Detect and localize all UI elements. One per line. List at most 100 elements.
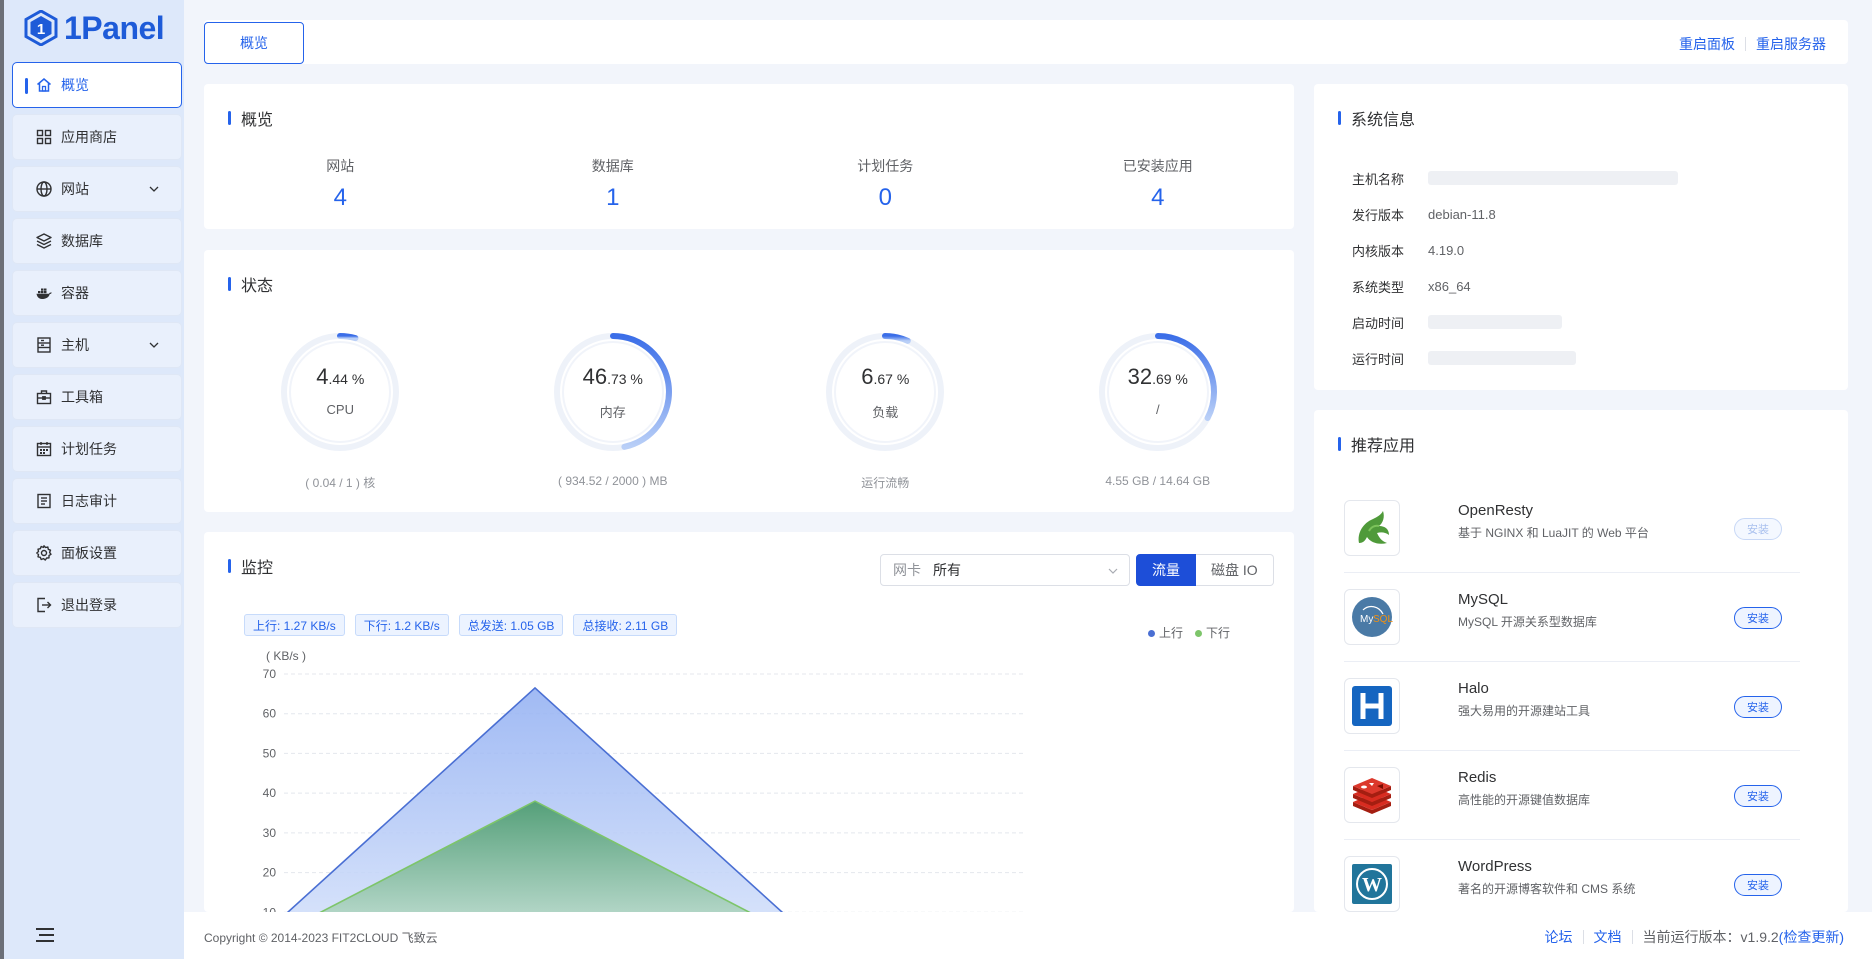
sidebar-item-toolbox[interactable]: 工具箱 (12, 374, 182, 420)
tag-total-sent: 总发送: 1.05 GB (458, 614, 564, 636)
stat-value[interactable]: 1 (517, 184, 710, 212)
apps-grid-icon (36, 129, 52, 145)
gauge-memory: 46.73 % 内存 ( 934.52 / 2000 ) MB (477, 326, 750, 506)
sysinfo-row-kernel: 内核版本 4.19.0 (1352, 232, 1678, 268)
sysinfo-key: 系统类型 (1352, 279, 1405, 295)
traffic-button[interactable]: 流量 (1136, 554, 1196, 586)
system-info-card: 系统信息 主机名称 发行版本 debian-11.8 内核版本 4.19.0 系统类… (1314, 84, 1848, 390)
gauge-label: CPU (326, 402, 354, 417)
disk-io-button[interactable]: 磁盘 IO (1196, 554, 1274, 586)
calendar-icon (36, 442, 52, 457)
top-bar: 概览 重启面板 重启服务器 (204, 20, 1848, 64)
sidebar-item-log-audit[interactable]: 日志审计 (12, 478, 182, 524)
chevron-down-icon (149, 342, 159, 348)
restart-server-link[interactable]: 重启服务器 (1756, 34, 1826, 54)
app-name: WordPress (1458, 858, 1532, 875)
legend-down-label: 下行 (1205, 626, 1230, 640)
gauge-sub: ( 0.04 / 1 ) 核 (305, 476, 376, 490)
y-tick-label: 50 (263, 746, 277, 760)
log-icon (37, 493, 51, 509)
nic-select-prefix: 网卡 (893, 562, 921, 578)
globe-icon (36, 181, 52, 197)
legend-down[interactable]: 下行 (1194, 624, 1230, 641)
sidebar-item-label: 日志审计 (61, 493, 117, 509)
redacted-value (1428, 171, 1678, 185)
home-icon (37, 78, 51, 92)
gauge-value-dec: .44 % (328, 371, 365, 387)
chart-legend: 上行 下行 (1136, 624, 1230, 641)
stat-value[interactable]: 4 (244, 184, 437, 212)
stat-value[interactable]: 0 (789, 184, 982, 212)
system-info-rows: 主机名称 发行版本 debian-11.8 内核版本 4.19.0 系统类型 x86_… (1352, 160, 1678, 376)
recommended-apps-card: 推荐应用 OpenResty 基于 NGINX 和 LuaJIT 的 Web 平… (1314, 410, 1848, 912)
version-label: 当前运行版本：v1.9.2 (1642, 929, 1779, 945)
sidebar-item-logout[interactable]: 退出登录 (12, 582, 182, 628)
nic-select-value: 所有 (933, 562, 961, 578)
sidebar-item-app-store[interactable]: 应用商店 (12, 114, 182, 160)
sidebar-item-cron[interactable]: 计划任务 (12, 426, 182, 472)
stat-installed-apps: 已安装应用 4 (1022, 156, 1295, 212)
sidebar-item-label: 概览 (61, 77, 89, 93)
gauge-value: 46.73 % (477, 364, 750, 390)
mysql-icon[interactable]: My SQL (1344, 589, 1400, 645)
sysinfo-value: x86_64 (1428, 278, 1471, 294)
gauge-center: 46.73 % 内存 (477, 364, 750, 421)
app-item-mysql: My SQL MySQL MySQL 开源关系型数据库 安装 (1344, 573, 1800, 662)
y-tick-label: 10 (263, 905, 277, 912)
sidebar: 1 1Panel 概览 应用商店 网站 数据库 容器 主机 工具箱 计划任务 日… (0, 0, 184, 959)
app-list: OpenResty 基于 NGINX 和 LuaJIT 的 Web 平台 安装 … (1344, 484, 1800, 912)
app-name: MySQL (1458, 591, 1509, 608)
forum-link[interactable]: 论坛 (1545, 927, 1573, 947)
check-update-link[interactable]: (检查更新) (1779, 927, 1844, 947)
sidebar-menu: 概览 应用商店 网站 数据库 容器 主机 工具箱 计划任务 日志审计 面板设置 … (12, 62, 182, 634)
sysinfo-row-arch: 系统类型 x86_64 (1352, 268, 1678, 304)
collapse-menu-icon[interactable] (34, 926, 56, 944)
app-item-wordpress: W WordPress 著名的开源博客软件和 CMS 系统 安装 (1344, 840, 1800, 912)
y-tick-label: 40 (263, 786, 277, 800)
install-button[interactable]: 安装 (1734, 785, 1782, 807)
stat-value[interactable]: 4 (1062, 184, 1255, 212)
sidebar-item-label: 退出登录 (61, 597, 117, 613)
install-button[interactable]: 安装 (1734, 607, 1782, 629)
docs-link[interactable]: 文档 (1594, 927, 1622, 947)
gauge-center: 6.67 % 负载 (749, 364, 1022, 421)
install-button[interactable]: 安装 (1734, 696, 1782, 718)
sidebar-item-website[interactable]: 网站 (12, 166, 182, 212)
sysinfo-key: 运行时间 (1352, 351, 1405, 367)
install-button[interactable]: 安装 (1734, 518, 1782, 540)
sidebar-item-host[interactable]: 主机 (12, 322, 182, 368)
status-title: 状态 (228, 272, 273, 296)
y-tick-label: 20 (263, 866, 277, 880)
gauge-sub: 运行流畅 (861, 476, 910, 490)
tag-upload-rate: 上行: 1.27 KB/s (244, 614, 345, 636)
brand-name: 1Panel (64, 9, 165, 46)
sidebar-item-label: 工具箱 (61, 389, 103, 405)
overview-card: 概览 网站 4 数据库 1 计划任务 0 已安装应用 4 (204, 84, 1294, 229)
divider (1745, 37, 1746, 51)
gauge-value-int: 6 (861, 364, 874, 389)
app-name: Redis (1458, 769, 1497, 786)
footer-links: 论坛 文档 当前运行版本：v1.9.2 (检查更新) (1545, 927, 1844, 947)
sidebar-item-database[interactable]: 数据库 (12, 218, 182, 264)
openresty-icon[interactable] (1344, 500, 1400, 556)
copyright: Copyright © 2014-2023 FIT2CLOUD 飞致云 (204, 931, 438, 945)
svg-text:My: My (1360, 614, 1373, 625)
install-button[interactable]: 安装 (1734, 874, 1782, 896)
restart-panel-link[interactable]: 重启面板 (1679, 34, 1735, 54)
halo-icon[interactable] (1344, 678, 1400, 734)
nic-select[interactable]: 网卡 所有 (880, 554, 1130, 586)
sidebar-item-overview[interactable]: 概览 (12, 62, 182, 108)
sidebar-item-container[interactable]: 容器 (12, 270, 182, 316)
gauge-value-int: 4 (316, 364, 329, 389)
sidebar-item-settings[interactable]: 面板设置 (12, 530, 182, 576)
redis-icon[interactable] (1344, 767, 1400, 823)
sysinfo-row-uptime: 运行时间 (1352, 340, 1678, 376)
gauge-value: 4.44 % (204, 364, 477, 390)
tab-overview[interactable]: 概览 (204, 22, 304, 64)
legend-up[interactable]: 上行 (1147, 624, 1183, 641)
stat-label: 已安装应用 (1122, 158, 1193, 174)
wordpress-icon[interactable]: W (1344, 856, 1400, 912)
logo[interactable]: 1 1Panel (24, 8, 165, 48)
gauge-value: 6.67 % (749, 364, 1022, 390)
gauge-value-dec: .69 % (1152, 371, 1188, 387)
